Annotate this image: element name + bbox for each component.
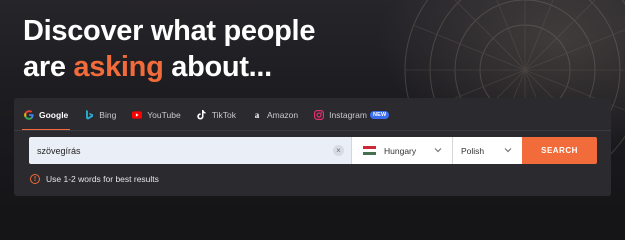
search-input-value: szövegírás (37, 145, 81, 156)
language-select[interactable]: Polish (452, 137, 522, 164)
title-line-1: Discover what people (23, 15, 316, 47)
search-hint: ! Use 1-2 words for best results (30, 174, 159, 184)
new-badge: NEW (369, 111, 390, 119)
instagram-icon (314, 110, 325, 120)
search-button[interactable]: SEARCH (522, 137, 597, 164)
tiktok-icon (197, 110, 207, 120)
bing-icon (84, 110, 94, 120)
tab-instagram[interactable]: Instagram NEW (306, 100, 397, 130)
tab-tiktok[interactable]: TikTok (189, 100, 244, 130)
title-line-2-suffix: about... (163, 51, 272, 83)
tab-label: TikTok (211, 110, 236, 120)
google-icon (24, 110, 34, 120)
tab-label: YouTube (147, 110, 181, 120)
search-bar: szövegírás × Hungary Polish SEARCH (29, 137, 597, 164)
tab-label: Google (39, 110, 69, 120)
search-input[interactable]: szövegírás × (29, 137, 351, 164)
amazon-icon: a (254, 110, 260, 120)
title-accent-word: asking (73, 51, 164, 83)
page-title: Discover what people are asking about... (23, 13, 315, 85)
tabs-divider (14, 130, 611, 131)
tab-label: Bing (99, 110, 117, 120)
hint-text: Use 1-2 words for best results (46, 174, 159, 184)
warning-icon: ! (30, 174, 40, 184)
title-line-2-prefix: are (23, 51, 74, 83)
tab-bing[interactable]: Bing (76, 100, 124, 130)
tab-amazon[interactable]: a Amazon (244, 100, 306, 130)
tab-label: Instagram (329, 110, 367, 120)
hungary-flag-icon (363, 146, 376, 155)
tab-label: Amazon (266, 110, 299, 120)
close-icon[interactable]: × (333, 145, 344, 156)
search-engine-tabs: Google Bing YouTube TikTok a Amazon Inst… (16, 100, 397, 131)
country-select[interactable]: Hungary (351, 137, 452, 164)
country-select-value: Hungary (384, 145, 417, 156)
tab-youtube[interactable]: YouTube (124, 100, 188, 130)
chevron-down-icon (504, 148, 512, 153)
chevron-down-icon (434, 148, 442, 153)
youtube-icon (132, 110, 143, 120)
tab-google[interactable]: Google (16, 100, 76, 131)
language-select-value: Polish (461, 145, 485, 156)
